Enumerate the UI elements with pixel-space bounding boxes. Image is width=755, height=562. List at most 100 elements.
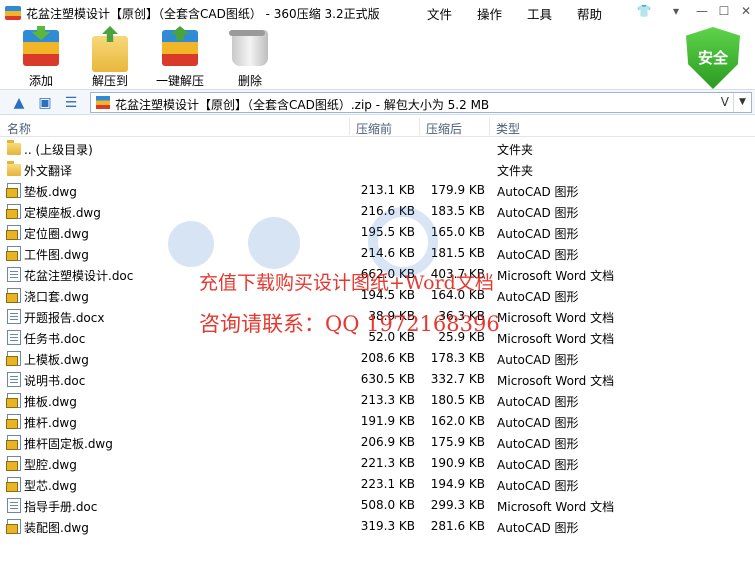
thumbnail-view-icon[interactable]: ▣ [36,94,54,112]
column-name[interactable]: 名称 [7,120,31,137]
file-name: 型腔.dwg [24,458,77,472]
file-size-before: 630.5 KB [360,372,415,386]
file-type: Microsoft Word 文档 [497,374,615,388]
file-name: 工件图.dwg [24,248,89,262]
file-row[interactable]: 推杆固定板.dwg 206.9 KB 175.9 KB AutoCAD 图形 [0,432,755,453]
trash-can-icon [229,30,268,66]
autocad-file-icon [6,456,21,471]
menu-help[interactable]: 帮助 [577,4,602,23]
file-row[interactable]: 上模板.dwg 208.6 KB 178.3 KB AutoCAD 图形 [0,348,755,369]
watermark-text-line1: 充值下载购买设计图纸+Word文档 [199,272,494,294]
file-type: 文件夹 [497,143,534,157]
file-row[interactable]: 指导手册.doc 508.0 KB 299.3 KB Microsoft Word 文… [0,495,755,516]
file-name: 浇口套.dwg [24,290,89,304]
file-name: 说明书.doc [24,374,86,388]
window-title: 花盆注塑模设计【原创】（全套含CAD图纸） - 360压缩 3.2正式版 [26,7,380,21]
file-type: AutoCAD 图形 [497,458,579,472]
column-uncompressed[interactable]: 压缩后 [426,120,462,137]
one-click-extract-button[interactable]: 一键解压 [152,30,208,89]
file-row[interactable]: 推板.dwg 213.3 KB 180.5 KB AutoCAD 图形 [0,390,755,411]
menu-tools[interactable]: 工具 [527,4,552,23]
skin-icon[interactable]: 👕 [634,3,654,20]
file-name: 装配图.dwg [24,521,89,535]
file-size-before: 206.9 KB [360,435,415,449]
one-click-extract-label: 一键解压 [155,74,204,88]
file-row[interactable]: 型芯.dwg 223.1 KB 194.9 KB AutoCAD 图形 [0,474,755,495]
file-type: 文件夹 [497,164,534,178]
file-name: 花盆注塑模设计.doc [24,269,134,283]
file-name: 定位圈.dwg [24,227,89,241]
autocad-file-icon [6,477,21,492]
file-type: AutoCAD 图形 [497,521,579,535]
file-row[interactable]: 推杆.dwg 191.9 KB 162.0 KB AutoCAD 图形 [0,411,755,432]
folder-icon [7,140,21,155]
file-row[interactable]: 装配图.dwg 319.3 KB 281.6 KB AutoCAD 图形 [0,516,755,537]
file-type: AutoCAD 图形 [497,479,579,493]
delete-button[interactable]: 删除 [229,30,268,89]
autocad-file-icon [6,414,21,429]
file-size-after: 180.5 KB [430,393,485,407]
file-row[interactable]: 外文翻译 文件夹 [0,159,755,180]
minimize-icon[interactable]: — [692,3,712,20]
chevron-down-icon[interactable]: ▼ [733,93,751,112]
menu-operate[interactable]: 操作 [477,4,502,23]
column-divider[interactable] [349,118,350,135]
file-name: 开题报告.docx [24,311,105,325]
path-field[interactable]: 花盆注塑模设计【原创】（全套含CAD图纸）.zip - 解包大小为 5.2 MB… [90,92,752,113]
word-document-icon [7,309,21,324]
file-size-after: 332.7 KB [430,372,485,386]
file-row[interactable]: 说明书.doc 630.5 KB 332.7 KB Microsoft Word 文档 [0,369,755,390]
file-type: AutoCAD 图形 [497,395,579,409]
path-text: 花盆注塑模设计【原创】（全套含CAD图纸）.zip - 解包大小为 5.2 MB [115,98,490,112]
file-size-after: 178.3 KB [430,351,485,365]
add-button[interactable]: 添加 [22,30,60,89]
column-divider[interactable] [419,118,420,135]
close-icon[interactable]: ✕ [736,3,755,20]
extract-folder-icon [92,36,128,72]
word-document-icon [7,330,21,345]
watermark-text-line2: 咨询请联系：QQ 1972168396 [199,312,500,336]
maximize-icon[interactable]: ☐ [714,3,734,20]
path-go-button[interactable]: V [721,95,729,109]
file-size-after: 281.6 KB [430,519,485,533]
word-document-icon [7,372,21,387]
list-view-icon[interactable]: ☰ [62,94,80,112]
file-name: 推杆.dwg [24,416,77,430]
file-name: 外文翻译 [24,164,73,178]
up-arrow-icon[interactable]: ▲ [10,94,28,112]
extract-button[interactable]: 解压到 [88,30,132,89]
file-size-before: 213.3 KB [360,393,415,407]
toolbar: 添加 解压到 一键解压 删除 [0,26,755,89]
file-name: 推杆固定板.dwg [24,437,113,451]
file-name: 上模板.dwg [24,353,89,367]
file-size-before: 223.1 KB [360,477,415,491]
column-divider[interactable] [489,118,490,135]
file-size-before: 213.1 KB [360,183,415,197]
column-compressed[interactable]: 压缩前 [356,120,392,137]
autocad-file-icon [6,435,21,450]
settings-icon[interactable]: ▾ [666,3,686,20]
address-bar: ▲ ▣ ☰ 花盆注塑模设计【原创】（全套含CAD图纸）.zip - 解包大小为 … [0,89,755,115]
add-label: 添加 [28,74,53,88]
file-name: 推板.dwg [24,395,77,409]
menu-file[interactable]: 文件 [427,4,452,23]
file-type: AutoCAD 图形 [497,353,579,367]
autocad-file-icon [6,288,21,303]
file-row[interactable]: 垫板.dwg 213.1 KB 179.9 KB AutoCAD 图形 [0,180,755,201]
file-name: 定模座板.dwg [24,206,101,220]
autocad-file-icon [6,204,21,219]
file-row[interactable]: 型腔.dwg 221.3 KB 190.9 KB AutoCAD 图形 [0,453,755,474]
column-type[interactable]: 类型 [496,120,520,137]
autocad-file-icon [6,246,21,261]
file-size-before: 508.0 KB [360,498,415,512]
file-name: 指导手册.doc [24,500,98,514]
file-type: AutoCAD 图形 [497,290,579,304]
extract-label: 解压到 [91,74,128,88]
archive-icon [96,96,110,109]
file-row[interactable]: .. (上级目录) 文件夹 [0,138,755,159]
file-name: 任务书.doc [24,332,86,346]
watermark-shape [168,221,214,267]
app-logo-icon [5,6,21,20]
file-name: .. (上级目录) [24,143,93,157]
watermark-shape [368,207,438,277]
